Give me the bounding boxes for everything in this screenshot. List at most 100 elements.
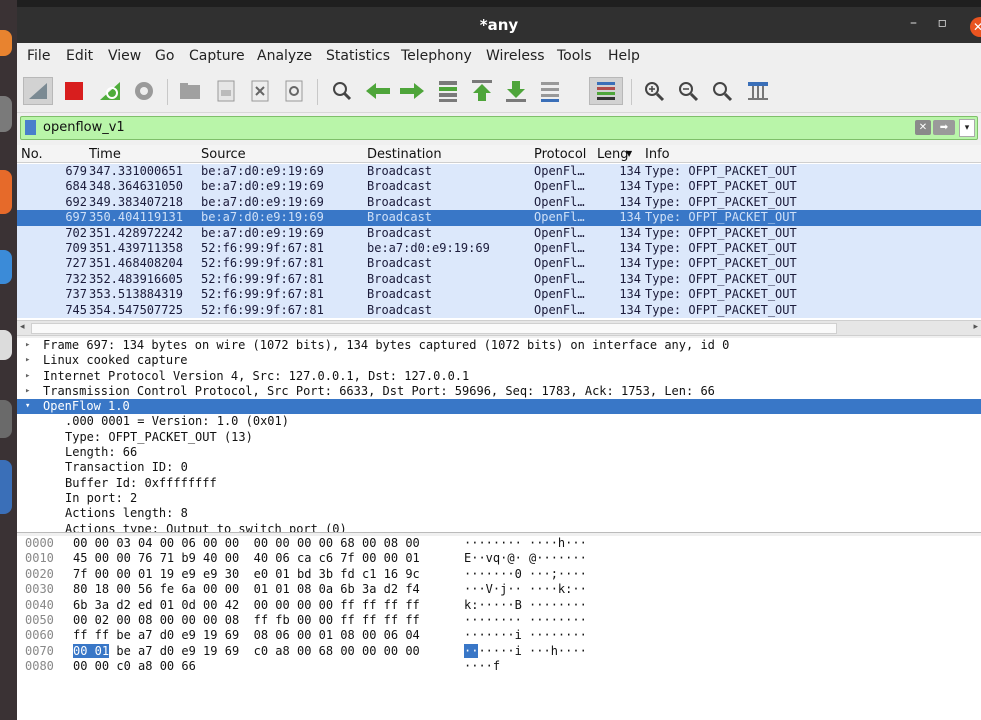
menu-edit[interactable]: Edit [66, 48, 93, 64]
stop-capture-icon[interactable] [59, 77, 89, 105]
capture-options-icon[interactable] [129, 77, 159, 105]
packet-list-hscrollbar[interactable]: ◂ ▸ [17, 320, 981, 336]
byte-ascii[interactable]: ····f [464, 659, 500, 674]
highlighted-ascii[interactable]: ·· [464, 643, 479, 658]
close-window-button[interactable]: ✕ [970, 17, 981, 37]
collapsed-arrow-icon[interactable]: ▸ [25, 353, 30, 368]
packet-details-tree[interactable]: ▸ Frame 697: 134 bytes on wire (1072 bits… [17, 338, 981, 533]
menu-file[interactable]: File [27, 48, 50, 64]
packet-row[interactable]: 737 353.513884319 52:f6:99:9f:67:81 Broadca… [17, 287, 981, 303]
reload-file-icon[interactable] [279, 77, 309, 105]
byte-hex[interactable]: 45 00 00 76 71 b9 40 00 40 06 ca c6 7f 0… [73, 551, 420, 566]
byte-hex[interactable]: 00 00 c0 a8 00 66 [73, 659, 196, 674]
byte-ascii[interactable]: k:·····B ········ [464, 598, 587, 613]
packet-row[interactable]: 692 349.383407218 be:a7:d0:e9:19:69 Broadca… [17, 194, 981, 211]
zoom-in-icon[interactable] [639, 77, 669, 105]
scroll-right-icon[interactable]: ▸ [973, 322, 978, 332]
go-to-packet-icon[interactable] [433, 77, 463, 105]
tree-field[interactable]: Actions length: 8 [17, 506, 981, 521]
tree-field[interactable]: In port: 2 [17, 491, 981, 506]
menu-tools[interactable]: Tools [557, 48, 592, 64]
packet-list[interactable]: No. Time Source Destination Protocol Len… [17, 145, 981, 320]
clear-filter-icon[interactable]: ✕ [915, 120, 931, 135]
byte-ascii[interactable]: E··vq·@· @······· [464, 551, 587, 566]
menu-view[interactable]: View [108, 48, 141, 64]
tree-node[interactable]: ▸ Internet Protocol Version 4, Src: 127.0… [17, 369, 981, 384]
shark-fin-start-icon[interactable] [23, 77, 53, 105]
packet-row[interactable]: 727 351.468408204 52:f6:99:9f:67:81 Broadca… [17, 256, 981, 272]
highlighted-bytes[interactable]: 00 01 [73, 643, 110, 658]
byte-hex[interactable]: 00 01 be a7 d0 e9 19 69 c0 a8 00 68 00 0… [73, 643, 420, 659]
menu-go[interactable]: Go [155, 48, 174, 64]
zoom-normal-icon[interactable] [707, 77, 737, 105]
tree-node[interactable]: ▾ OpenFlow 1.0 [17, 399, 981, 415]
tree-node[interactable]: ▸ Frame 697: 134 bytes on wire (1072 bits… [17, 338, 981, 353]
column-source[interactable]: Source [201, 147, 246, 162]
menu-help[interactable]: Help [608, 48, 640, 64]
tree-field[interactable]: Transaction ID: 0 [17, 460, 981, 475]
colorize-icon[interactable] [589, 77, 623, 105]
expanded-arrow-icon[interactable]: ▾ [25, 399, 30, 414]
menu-wireless[interactable]: Wireless [486, 48, 545, 64]
byte-hex[interactable]: 00 00 03 04 00 06 00 00 00 00 00 00 68 0… [73, 536, 420, 551]
byte-hex[interactable]: 7f 00 00 01 19 e9 e9 30 e0 01 bd 3b fd c… [73, 567, 420, 582]
menu-capture[interactable]: Capture [189, 48, 245, 64]
column-time[interactable]: Time [89, 147, 121, 162]
tree-field[interactable]: Type: OFPT_PACKET_OUT (13) [17, 430, 981, 445]
save-file-icon[interactable] [211, 77, 241, 105]
restart-capture-icon[interactable] [95, 77, 125, 105]
packet-row[interactable]: 709 351.439711358 52:f6:99:9f:67:81 be:a7:d… [17, 240, 981, 257]
find-packet-icon[interactable] [327, 77, 357, 105]
packet-row[interactable]: 679 347.331000651 be:a7:d0:e9:19:69 Broadca… [17, 164, 981, 180]
column-no[interactable]: No. [21, 147, 43, 162]
display-filter-value[interactable]: openflow_v1 [43, 120, 125, 135]
byte-hex[interactable]: 6b 3a d2 ed 01 0d 00 42 00 00 00 00 ff f… [73, 598, 420, 613]
collapsed-arrow-icon[interactable]: ▸ [25, 338, 30, 353]
resize-columns-icon[interactable] [743, 77, 773, 105]
tree-node[interactable]: ▸ Transmission Control Protocol, Src Port… [17, 384, 981, 399]
firefox-icon[interactable] [0, 30, 12, 56]
byte-ascii[interactable]: ···V·j·· ····k:·· [464, 582, 587, 597]
column-info[interactable]: Info [645, 147, 670, 162]
go-back-icon[interactable] [363, 77, 393, 105]
writer-icon[interactable] [0, 330, 12, 360]
tree-field[interactable]: Buffer Id: 0xffffffff [17, 476, 981, 491]
menu-analyze[interactable]: Analyze [257, 48, 312, 64]
packet-row[interactable]: 732 352.483916605 52:f6:99:9f:67:81 Broadca… [17, 271, 981, 288]
scrollbar-thumb[interactable] [31, 323, 837, 334]
open-file-icon[interactable] [175, 77, 205, 105]
byte-hex[interactable]: 00 02 00 08 00 00 00 08 ff fb 00 00 ff f… [73, 613, 420, 628]
help-icon[interactable] [0, 460, 12, 514]
software-icon[interactable] [0, 400, 12, 438]
scroll-left-icon[interactable]: ◂ [20, 322, 25, 332]
filter-dropdown-icon[interactable]: ▾ [959, 119, 975, 137]
display-filter-input[interactable]: openflow_v1 ✕ ➡ ▾ [20, 116, 978, 140]
packet-row[interactable]: 702 351.428972242 be:a7:d0:e9:19:69 Broadca… [17, 225, 981, 241]
byte-ascii[interactable]: ········ ········ [464, 613, 587, 628]
zoom-out-icon[interactable] [673, 77, 703, 105]
byte-ascii[interactable]: ·······i ···h···· [464, 643, 587, 659]
packet-bytes-pane[interactable]: 0000 00 00 03 04 00 06 00 00 00 00 00 00 … [17, 536, 981, 720]
maximize-button[interactable]: ▫ [938, 15, 948, 31]
thunderbird-icon[interactable] [0, 96, 12, 132]
tree-field[interactable]: Length: 66 [17, 445, 981, 460]
go-first-icon[interactable] [467, 77, 497, 105]
byte-ascii[interactable]: ·······0 ···;···· [464, 567, 587, 582]
byte-hex[interactable]: 80 18 00 56 fe 6a 00 00 01 01 08 0a 6b 3… [73, 582, 420, 597]
collapsed-arrow-icon[interactable]: ▸ [25, 384, 30, 399]
byte-hex[interactable]: ff ff be a7 d0 e9 19 69 08 06 00 01 08 0… [73, 628, 420, 643]
byte-ascii[interactable]: ·······i ········ [464, 628, 587, 643]
autoscroll-icon[interactable] [535, 77, 565, 105]
close-file-icon[interactable] [245, 77, 275, 105]
column-destination[interactable]: Destination [367, 147, 442, 162]
files-icon[interactable] [0, 170, 12, 214]
apply-filter-icon[interactable]: ➡ [933, 120, 955, 135]
column-protocol[interactable]: Protocol [534, 147, 586, 162]
menu-statistics[interactable]: Statistics [326, 48, 390, 64]
menu-telephony[interactable]: Telephony [401, 48, 472, 64]
bookmark-icon[interactable] [25, 120, 36, 135]
byte-ascii[interactable]: ········ ····h··· [464, 536, 587, 551]
collapsed-arrow-icon[interactable]: ▸ [25, 369, 30, 384]
go-forward-icon[interactable] [397, 77, 427, 105]
tree-field[interactable]: Actions type: Output to switch port (0) [17, 522, 981, 532]
